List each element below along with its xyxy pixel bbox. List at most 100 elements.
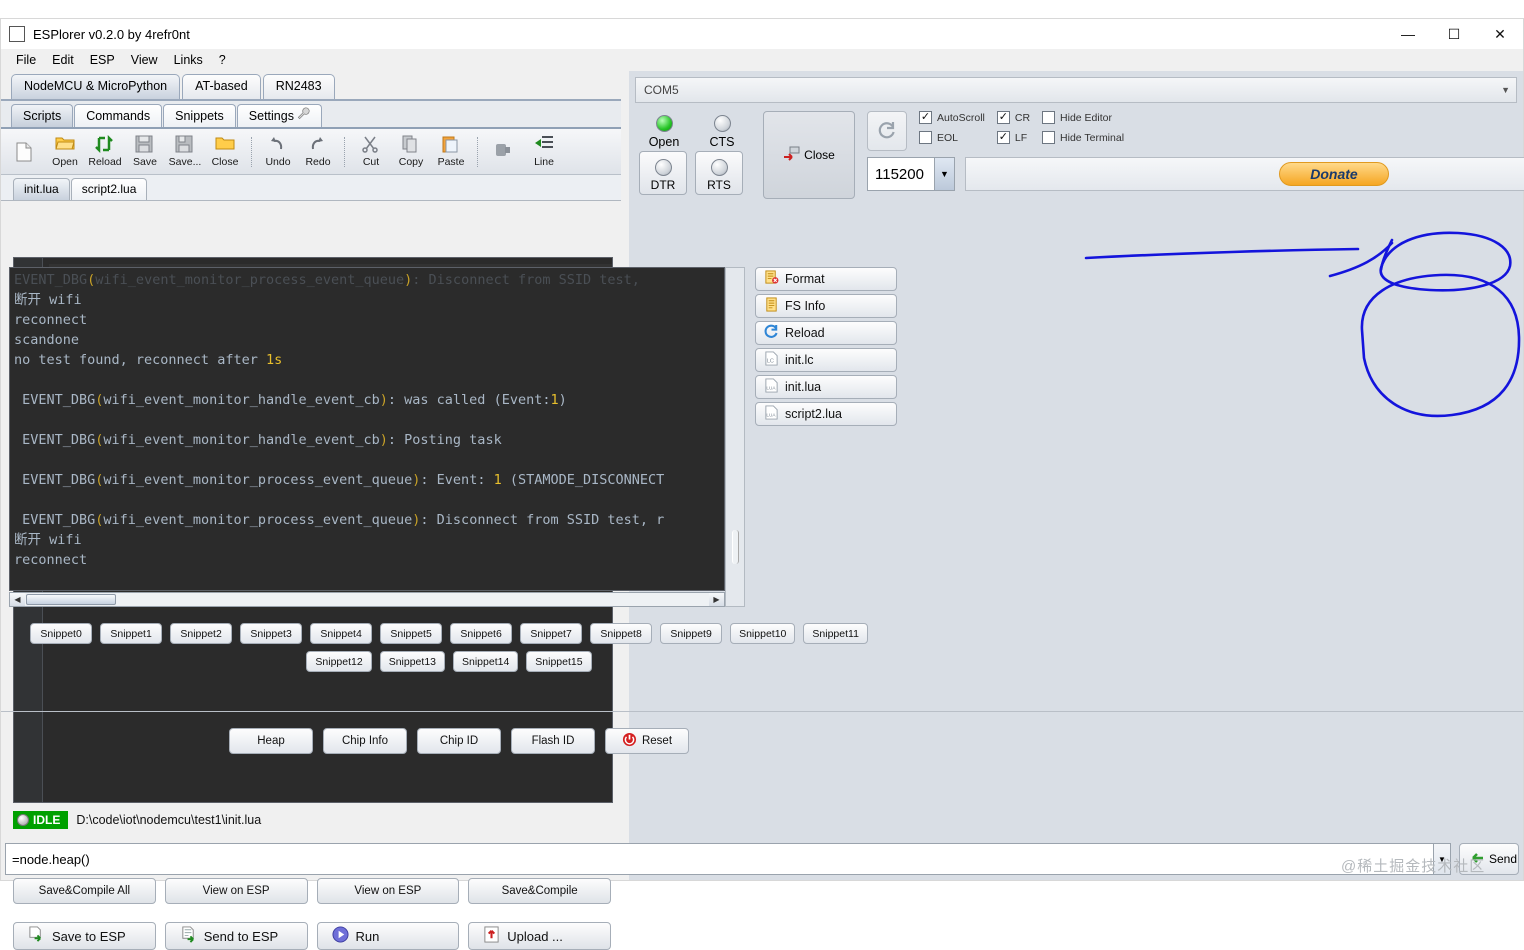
open-button[interactable]: Open bbox=[45, 130, 85, 174]
save-compile-all-button[interactable]: Save&Compile All bbox=[13, 878, 156, 904]
snippet-button[interactable]: Snippet8 bbox=[590, 623, 653, 644]
snippet-button[interactable]: Snippet2 bbox=[170, 623, 233, 644]
paste-button[interactable]: Paste bbox=[431, 130, 471, 174]
menu-item-edit[interactable]: Edit bbox=[45, 51, 81, 69]
lf-checkbox-row[interactable]: ✓ LF bbox=[996, 131, 1030, 144]
file-tab-init-lua[interactable]: init.lua bbox=[13, 178, 70, 200]
tab-settings[interactable]: Settings bbox=[236, 104, 322, 127]
hide-terminal-checkbox-row[interactable]: Hide Terminal bbox=[1042, 131, 1124, 144]
scroll-right-icon[interactable]: ▶ bbox=[709, 593, 724, 606]
view-on-esp-button-2[interactable]: View on ESP bbox=[316, 878, 460, 904]
tab-nodemcu-micropython[interactable]: NodeMCU & MicroPython bbox=[11, 74, 181, 99]
save-to-esp-button[interactable]: Save to ESP bbox=[13, 922, 156, 950]
tab-rn2483[interactable]: RN2483 bbox=[262, 74, 335, 99]
disconnect-icon bbox=[783, 146, 801, 165]
reset-button[interactable]: Reset bbox=[605, 728, 689, 754]
tab-at-based[interactable]: AT-based bbox=[182, 74, 261, 99]
snippet-button[interactable]: Snippet6 bbox=[450, 623, 513, 644]
heap-button[interactable]: Heap bbox=[229, 728, 313, 754]
autoscroll-checkbox[interactable]: ✓ bbox=[919, 111, 932, 124]
redo-button[interactable]: Redo bbox=[298, 130, 338, 174]
snippet-button[interactable]: Snippet0 bbox=[30, 623, 93, 644]
terminal-divider-grip[interactable] bbox=[732, 530, 739, 564]
terminal-side-divider[interactable] bbox=[725, 267, 745, 607]
snippet-button[interactable]: Snippet3 bbox=[240, 623, 303, 644]
save-button[interactable]: Save bbox=[125, 130, 165, 174]
undo-button[interactable]: Undo bbox=[258, 130, 298, 174]
copy-button[interactable]: Copy bbox=[391, 130, 431, 174]
menu-item-file[interactable]: File bbox=[9, 51, 43, 69]
snippet-button[interactable]: Snippet13 bbox=[379, 651, 445, 672]
save-as-button[interactable]: Save... bbox=[165, 130, 205, 174]
goto-line-button[interactable]: Line bbox=[524, 130, 564, 174]
menu-item-view[interactable]: View bbox=[124, 51, 165, 69]
snippet-button[interactable]: Snippet5 bbox=[380, 623, 443, 644]
tab-snippets[interactable]: Snippets bbox=[163, 104, 236, 127]
close-file-button[interactable]: Close bbox=[205, 130, 245, 174]
donate-button[interactable]: Donate bbox=[1279, 162, 1389, 186]
snippet-button[interactable]: Snippet10 bbox=[730, 623, 796, 644]
com-port-selector[interactable]: COM5 ▼ bbox=[635, 77, 1517, 103]
dtr-button[interactable]: DTR bbox=[639, 151, 687, 195]
open-button-label: Open bbox=[52, 156, 78, 168]
close-icon[interactable]: ✕ bbox=[1477, 19, 1523, 49]
dtr-led-icon bbox=[654, 158, 672, 176]
eol-checkbox[interactable] bbox=[919, 131, 932, 144]
reload-files-button[interactable]: Reload bbox=[755, 321, 897, 345]
flash-id-button[interactable]: Flash ID bbox=[511, 728, 595, 754]
hide-editor-checkbox-row[interactable]: Hide Editor bbox=[1042, 111, 1124, 124]
hide-terminal-checkbox[interactable] bbox=[1042, 131, 1056, 144]
snippet-button[interactable]: Snippet12 bbox=[306, 651, 372, 672]
run-button[interactable]: Run bbox=[316, 922, 460, 950]
view-on-esp-button-1[interactable]: View on ESP bbox=[164, 878, 308, 904]
chevron-down-icon[interactable]: ▼ bbox=[934, 158, 954, 190]
idle-led-icon bbox=[17, 814, 29, 826]
upload-button[interactable]: Upload ... bbox=[468, 922, 611, 950]
snippet-button[interactable]: Snippet9 bbox=[660, 623, 723, 644]
tab-commands[interactable]: Commands bbox=[74, 104, 163, 127]
cut-button[interactable]: Cut bbox=[351, 130, 391, 174]
chevron-down-icon[interactable]: ▼ bbox=[1501, 85, 1510, 95]
close-connection-button[interactable]: Close bbox=[763, 111, 855, 199]
file-item-init-lc[interactable]: LC init.lc bbox=[755, 348, 897, 372]
fs-info-button[interactable]: FS Info bbox=[755, 294, 897, 318]
command-input[interactable]: =node.heap() ▼ bbox=[5, 843, 1451, 875]
file-tab-script2-lua[interactable]: script2.lua bbox=[70, 178, 148, 200]
menu-item-help[interactable]: ? bbox=[212, 51, 233, 69]
hide-editor-checkbox[interactable] bbox=[1042, 111, 1056, 124]
file-item-init-lua[interactable]: LUA init.lua bbox=[755, 375, 897, 399]
snippet-button[interactable]: Snippet11 bbox=[803, 623, 868, 644]
file-item-script2-lua[interactable]: LUA script2.lua bbox=[755, 402, 897, 426]
snippet-button[interactable]: Snippet1 bbox=[100, 623, 163, 644]
snippet-button[interactable]: Snippet4 bbox=[310, 623, 373, 644]
toolbar-separator-2 bbox=[344, 136, 345, 167]
baud-rate-selector[interactable]: 115200 ▼ bbox=[867, 157, 955, 191]
menu-item-esp[interactable]: ESP bbox=[83, 51, 122, 69]
chip-info-button[interactable]: Chip Info bbox=[323, 728, 407, 754]
snippet-button[interactable]: Snippet15 bbox=[526, 651, 592, 672]
cr-checkbox-row[interactable]: ✓ CR bbox=[996, 111, 1030, 124]
chip-id-button[interactable]: Chip ID bbox=[417, 728, 501, 754]
block-button[interactable] bbox=[484, 130, 524, 174]
minimize-icon[interactable]: — bbox=[1385, 19, 1431, 49]
eol-checkbox-row[interactable]: EOL bbox=[919, 131, 985, 144]
save-and-compile-button-2[interactable]: Save&Compile bbox=[468, 878, 611, 904]
reload-button[interactable]: Reload bbox=[85, 130, 125, 174]
format-button[interactable]: Format bbox=[755, 267, 897, 291]
cr-checkbox[interactable]: ✓ bbox=[996, 111, 1010, 124]
terminal-output[interactable]: EVENT_DBG(wifi_event_monitor_process_eve… bbox=[9, 267, 725, 591]
rts-button[interactable]: RTS bbox=[695, 151, 743, 195]
tab-scripts[interactable]: Scripts bbox=[11, 104, 74, 127]
snippet-button[interactable]: Snippet7 bbox=[520, 623, 583, 644]
terminal-horizontal-scrollbar[interactable]: ◀ ▶ bbox=[9, 592, 725, 607]
new-file-button[interactable] bbox=[5, 130, 45, 174]
snippet-button[interactable]: Snippet14 bbox=[453, 651, 519, 672]
send-to-esp-button[interactable]: Send to ESP bbox=[164, 922, 308, 950]
horizontal-scroll-thumb[interactable] bbox=[26, 594, 116, 605]
refresh-ports-button[interactable] bbox=[867, 111, 907, 151]
autoscroll-checkbox-row[interactable]: ✓ AutoScroll bbox=[919, 111, 985, 124]
menu-item-links[interactable]: Links bbox=[167, 51, 210, 69]
maximize-icon[interactable]: ☐ bbox=[1431, 19, 1477, 49]
lf-checkbox[interactable]: ✓ bbox=[996, 131, 1010, 144]
scroll-left-icon[interactable]: ◀ bbox=[10, 593, 25, 606]
